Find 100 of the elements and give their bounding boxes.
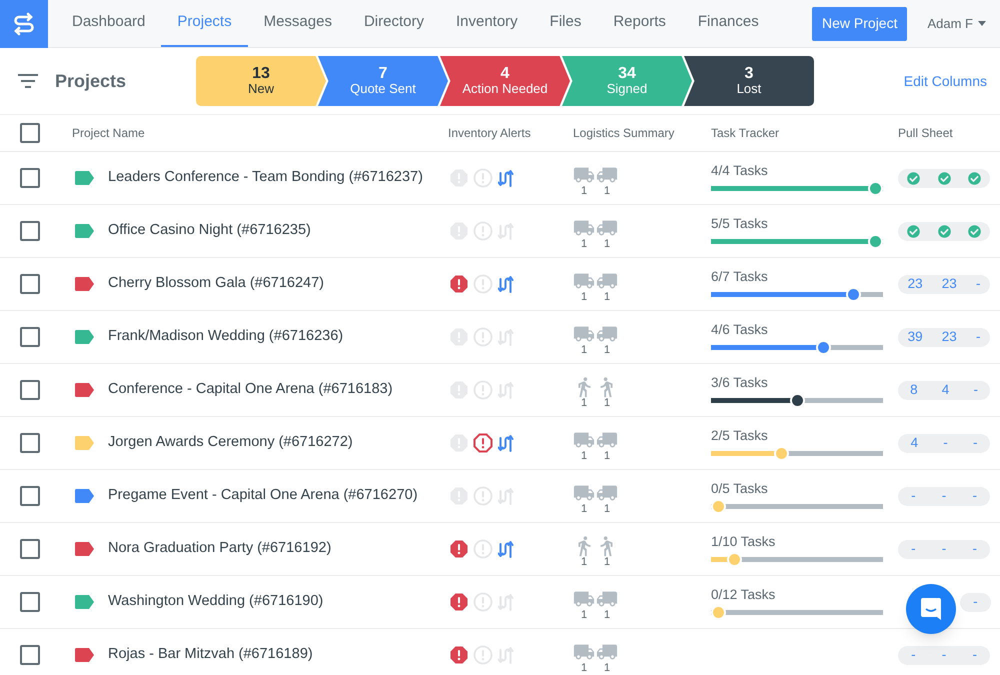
logistics-count: 1 xyxy=(604,398,610,408)
pull-sheet-value: 23 xyxy=(942,329,957,345)
checkbox[interactable] xyxy=(20,486,40,506)
pull-sheet-pill[interactable]: - - - xyxy=(898,486,990,506)
pull-sheet-value: - xyxy=(976,276,980,292)
pull-sheet-pill[interactable]: 8 4 - xyxy=(898,380,990,400)
column-header[interactable]: Task Tracker xyxy=(711,124,898,142)
task-count: 3/6 Tasks xyxy=(711,374,769,392)
project-name[interactable]: Frank/Madison Wedding (#6716236) xyxy=(108,326,344,348)
caret-icon xyxy=(978,21,986,26)
checkbox[interactable] xyxy=(20,274,40,294)
chat-button[interactable] xyxy=(906,584,956,634)
project-name[interactable]: Washington Wedding (#6716190) xyxy=(108,591,324,613)
logistics-count: 1 xyxy=(604,450,610,462)
pull-sheet-value: - xyxy=(972,647,977,663)
checkbox[interactable] xyxy=(20,168,40,188)
nav-tab[interactable]: Inventory xyxy=(440,0,534,47)
pull-sheet-value: - xyxy=(942,541,946,557)
edit-columns-link[interactable]: Edit Columns xyxy=(904,70,987,92)
pull-sheet-value: - xyxy=(974,382,978,398)
pull-sheet-value: - xyxy=(972,488,977,504)
logistics-count: 1 xyxy=(604,662,610,674)
column-header[interactable]: Project Name xyxy=(60,124,448,142)
logistics-count: 1 xyxy=(580,292,588,302)
app-logo[interactable] xyxy=(0,0,48,48)
project-name[interactable]: Leaders Conference - Team Bonding (#6716237) xyxy=(108,167,423,189)
nav-tab[interactable]: Finances xyxy=(682,0,775,47)
logistics-count: 1 xyxy=(580,450,588,462)
nav-tab[interactable]: Directory xyxy=(348,0,440,47)
pipeline-stage[interactable]: 7 Quote Sent xyxy=(318,56,448,106)
pull-sheet-value: - xyxy=(942,647,946,663)
filter-icon[interactable] xyxy=(18,74,38,88)
pull-sheet-pill[interactable]: - - - xyxy=(898,540,990,558)
task-count: 6/7 Tasks xyxy=(711,268,769,286)
logistics-count: 1 xyxy=(604,344,610,356)
project-name[interactable]: Rojas - Bar Mitzvah (#6716189) xyxy=(108,644,313,666)
pull-sheet-value: - xyxy=(943,435,948,451)
checkbox[interactable] xyxy=(20,380,40,400)
checkbox[interactable] xyxy=(20,123,40,143)
column-header[interactable]: Logistics Summary xyxy=(573,124,711,142)
checkbox[interactable] xyxy=(20,221,40,241)
pull-sheet-pill[interactable]: 23 23 - xyxy=(898,274,990,294)
nav-tab[interactable]: Dashboard xyxy=(56,0,162,47)
project-name[interactable]: Cherry Blossom Gala (#6716247) xyxy=(108,273,324,295)
nav-tab[interactable]: Reports xyxy=(597,0,682,47)
nav-tab[interactable]: Files xyxy=(534,0,598,47)
pull-sheet-value: 39 xyxy=(908,329,923,345)
task-count: 2/5 Tasks xyxy=(711,427,769,445)
project-name[interactable]: Nora Graduation Party (#6716192) xyxy=(108,538,332,560)
pull-sheet-value: - xyxy=(942,488,946,504)
checkbox[interactable] xyxy=(20,539,40,559)
logistics-count: 1 xyxy=(604,610,610,620)
nav-tab[interactable]: Messages xyxy=(248,0,348,47)
pull-sheet-value: 4 xyxy=(910,435,918,451)
checkbox[interactable] xyxy=(20,592,40,612)
task-count: 1/10 Tasks xyxy=(711,533,776,551)
logistics-count: 1 xyxy=(580,398,588,408)
task-count: 4/6 Tasks xyxy=(711,321,769,339)
pipeline-stage[interactable]: 13 New xyxy=(196,56,326,106)
pull-sheet-pill[interactable]: - - - xyxy=(898,646,990,664)
pull-sheet-value: - xyxy=(973,594,978,610)
column-header[interactable]: Pull Sheet xyxy=(898,124,1000,142)
pull-sheet-value: - xyxy=(911,647,916,663)
pipeline-stage[interactable]: 3 Lost xyxy=(684,56,814,106)
chat-bubble-icon xyxy=(920,597,942,621)
logistics-count: 1 xyxy=(604,238,610,250)
checkbox[interactable] xyxy=(20,327,40,347)
project-name[interactable]: Conference - Capital One Arena (#6716183) xyxy=(108,379,393,401)
pull-sheet-value: 23 xyxy=(942,276,957,292)
logistics-count: 1 xyxy=(604,556,610,568)
new-project-button[interactable]: New Project xyxy=(812,6,908,40)
user-menu[interactable]: Adam F xyxy=(927,14,986,34)
logistics-count: 1 xyxy=(580,344,588,356)
pull-sheet-value: 23 xyxy=(908,276,923,292)
task-count: 4/4 Tasks xyxy=(711,162,769,180)
project-name[interactable]: Pregame Event - Capital One Arena (#6716270) xyxy=(108,485,418,507)
project-name[interactable]: Office Casino Night (#6716235) xyxy=(108,220,311,242)
pull-sheet-value: - xyxy=(976,329,980,345)
nav-tab[interactable]: Projects xyxy=(161,0,248,47)
task-count: 5/5 Tasks xyxy=(711,215,769,233)
pull-sheet-value: 4 xyxy=(942,382,950,398)
project-name[interactable]: Jorgen Awards Ceremony (#6716272) xyxy=(108,432,353,454)
pipeline-stage[interactable]: 4 Action Needed xyxy=(440,56,570,106)
checkbox[interactable] xyxy=(20,645,40,665)
logistics-count: 1 xyxy=(580,504,588,514)
pull-sheet-pill[interactable]: 4 - - xyxy=(898,434,990,452)
pull-sheet-value: - xyxy=(911,541,916,557)
checkbox[interactable] xyxy=(20,433,40,453)
column-header[interactable]: Inventory Alerts xyxy=(448,124,573,142)
pull-sheet-value: 8 xyxy=(910,382,918,398)
pull-sheet-pill[interactable]: - xyxy=(960,592,991,612)
pull-sheet-value: - xyxy=(972,435,978,451)
page-title: Projects xyxy=(55,70,128,93)
logistics-count: 1 xyxy=(580,556,588,568)
logistics-count: 1 xyxy=(604,186,610,196)
logistics-count: 1 xyxy=(580,662,588,674)
logistics-count: 1 xyxy=(580,238,588,250)
pull-sheet-value: - xyxy=(911,488,916,504)
logistics-count: 1 xyxy=(604,292,610,302)
pull-sheet-pill[interactable]: 39 23 - xyxy=(898,328,990,346)
